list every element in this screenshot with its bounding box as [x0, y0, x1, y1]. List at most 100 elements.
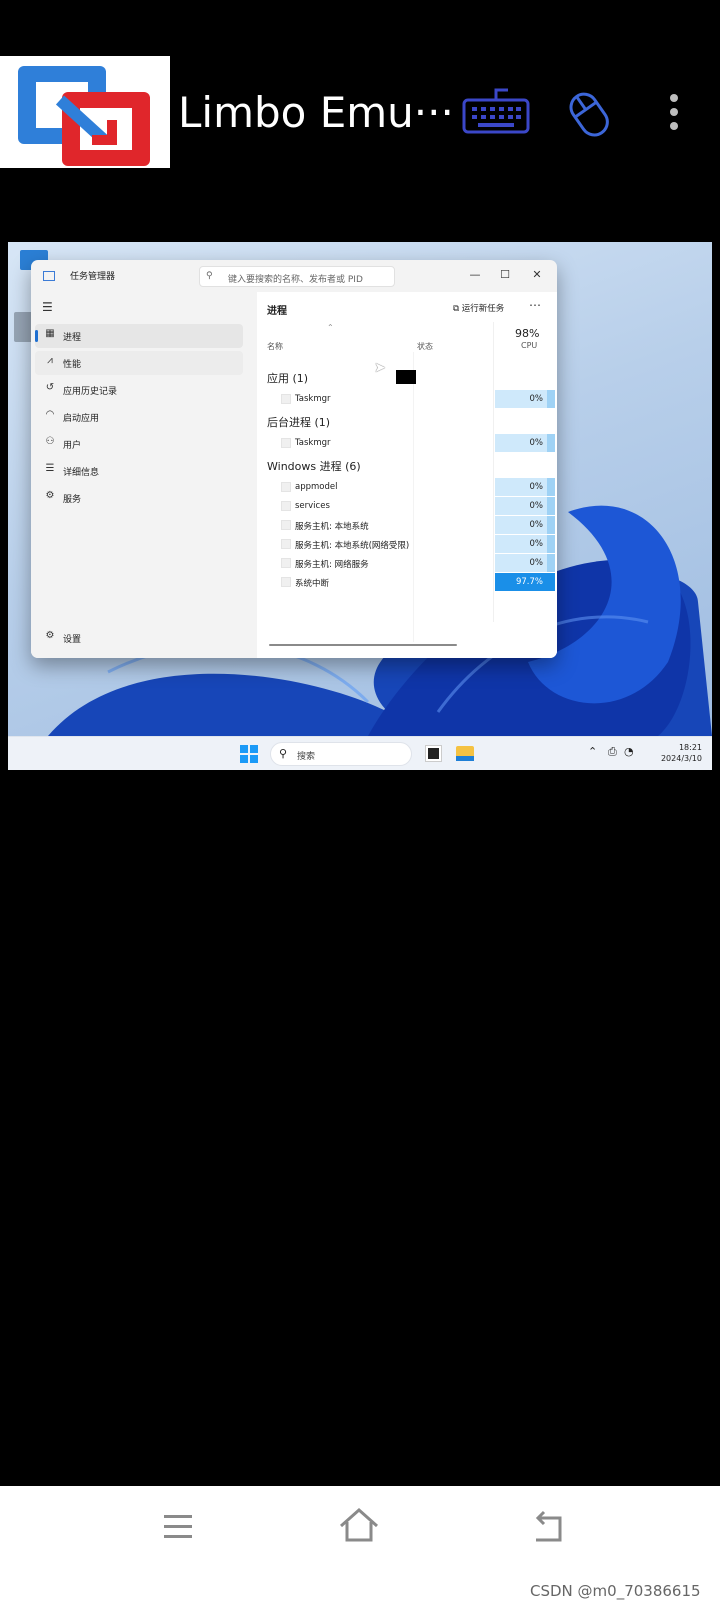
column-header-name[interactable]: 名称 [267, 341, 283, 352]
table-row[interactable]: Taskmgr 0% [257, 434, 557, 452]
more-options-icon[interactable]: ⋯ [529, 298, 541, 312]
cpu-value: 0% [529, 394, 544, 404]
cpu-cell: 0% [495, 434, 555, 452]
page-title: 进程 [267, 306, 287, 317]
sidebar-item-label: 设置 [63, 635, 82, 645]
hamburger-icon[interactable]: ☰ [42, 300, 53, 314]
process-name: 服务主机: 本地系统 [295, 522, 369, 532]
home-icon[interactable] [338, 1506, 380, 1546]
process-name: 服务主机: 网络服务 [295, 560, 369, 570]
sidebar-item-label: 用户 [63, 441, 82, 451]
volume-icon[interactable]: ◔ [624, 745, 634, 758]
process-icon [281, 577, 291, 587]
table-row[interactable]: Taskmgr 0% [257, 390, 557, 408]
recent-apps-icon[interactable] [162, 1512, 194, 1542]
group-header[interactable]: Windows 进程 (6) [267, 458, 361, 474]
performance-icon: ⩘ [47, 355, 53, 366]
process-icon [281, 501, 291, 511]
process-name: appmodel [295, 482, 338, 492]
cpu-value: 0% [529, 438, 544, 448]
group-header[interactable]: 应用 (1) [267, 370, 308, 386]
title-bar: 任务管理器 ⚲ 键入要搜索的名称、发布者或 PID — ☐ ✕ [31, 260, 557, 292]
table-row[interactable]: appmodel 0% [257, 478, 557, 496]
process-name: Taskmgr [295, 394, 331, 404]
cpu-value: 97.7% [515, 577, 543, 587]
run-task-icon: ⧉ [453, 304, 462, 314]
minimize-button[interactable]: — [463, 266, 487, 284]
process-icon [281, 520, 291, 530]
cpu-value: 0% [529, 482, 544, 492]
cpu-value: 0% [529, 539, 544, 549]
processes-panel: 进程 ⧉ 运行新任务 ⋯ ⌃ 名称 状态 98% CPU 应用 (1) Task… [257, 292, 557, 658]
app-bar: Limbo Emu··· [0, 56, 720, 168]
active-indicator [35, 330, 38, 342]
group-header[interactable]: 后台进程 (1) [267, 414, 330, 430]
sidebar-item-processes[interactable]: ▦ 进程 [35, 324, 243, 348]
cpu-cell: 0% [495, 478, 555, 496]
run-task-label: 运行新任务 [461, 304, 505, 314]
search-placeholder: 键入要搜索的名称、发布者或 PID [228, 275, 363, 285]
sidebar-item-users[interactable]: ⚇ 用户 [35, 432, 243, 456]
windows-start-icon[interactable] [240, 745, 258, 763]
table-row[interactable]: 服务主机: 本地系统 0% [257, 516, 557, 534]
column-header-status[interactable]: 状态 [417, 341, 433, 352]
sort-caret-icon: ⌃ [327, 323, 334, 332]
more-vert-icon[interactable] [660, 92, 688, 132]
sidebar-item-label: 性能 [63, 360, 82, 370]
sidebar-item-app-history[interactable]: ↺ 应用历史记录 [35, 378, 243, 402]
sidebar-item-label: 详细信息 [63, 468, 100, 478]
cpu-value: 0% [529, 501, 544, 511]
table-row[interactable]: services 0% [257, 497, 557, 515]
horizontal-scrollbar[interactable] [269, 644, 457, 646]
search-icon: ⚲ [206, 271, 213, 281]
cpu-cell: 0% [495, 516, 555, 534]
app-title: Limbo Emu··· [178, 88, 454, 137]
search-input[interactable]: ⚲ 键入要搜索的名称、发布者或 PID [199, 266, 395, 287]
processes-icon: ▦ [45, 328, 55, 339]
cpu-total[interactable]: 98% [515, 327, 539, 340]
process-icon [281, 482, 291, 492]
details-icon: ☰ [45, 463, 55, 474]
clock[interactable]: 18:21 2024/3/10 [658, 742, 702, 764]
cpu-cell: 0% [495, 535, 555, 553]
limbo-logo-icon [0, 56, 170, 168]
taskbar-search[interactable]: ⚲ 搜索 [270, 742, 412, 766]
cpu-cell: 0% [495, 554, 555, 572]
sidebar-item-services[interactable]: ⚙ 服务 [35, 486, 243, 510]
keyboard-icon[interactable] [460, 86, 532, 136]
network-icon[interactable]: ⎙ [608, 745, 617, 759]
history-icon: ↺ [45, 382, 55, 393]
taskbar: ⚲ 搜索 ⌃ ⎙ ◔ 18:21 2024/3/10 [8, 736, 712, 770]
back-icon[interactable] [530, 1510, 566, 1544]
sidebar-item-label: 进程 [63, 333, 82, 343]
sidebar-item-settings[interactable]: ⚙ 设置 [35, 626, 243, 650]
window-title: 任务管理器 [70, 272, 116, 282]
process-icon [281, 438, 291, 448]
column-header-cpu[interactable]: CPU [521, 341, 537, 350]
chevron-up-icon[interactable]: ⌃ [588, 745, 597, 758]
close-button[interactable]: ✕ [525, 266, 549, 284]
maximize-button[interactable]: ☐ [493, 266, 517, 284]
process-name: 系统中断 [295, 579, 330, 589]
watermark: CSDN @m0_70386615 [530, 1582, 701, 1600]
clock-date: 2024/3/10 [660, 754, 702, 763]
android-nav-bar: CSDN @m0_70386615 [0, 1486, 720, 1605]
table-row[interactable]: 系统中断 97.7% [257, 573, 557, 591]
process-icon [281, 539, 291, 549]
sidebar-item-startup[interactable]: ◠ 启动应用 [35, 405, 243, 429]
mouse-icon[interactable] [560, 82, 620, 142]
cpu-value: 0% [529, 558, 544, 568]
task-view-icon[interactable] [426, 746, 441, 761]
sidebar-item-details[interactable]: ☰ 详细信息 [35, 459, 243, 483]
cursor-artifact [396, 370, 416, 384]
table-row[interactable]: 服务主机: 本地系统(网络受限) 0% [257, 535, 557, 553]
emulator-screen[interactable]: 任务管理器 ⚲ 键入要搜索的名称、发布者或 PID — ☐ ✕ ☰ ▦ 进程 ⩘… [8, 242, 712, 770]
run-new-task-button[interactable]: ⧉ 运行新任务 [453, 302, 504, 314]
table-row[interactable]: 服务主机: 网络服务 0% [257, 554, 557, 572]
startup-icon: ◠ [45, 409, 55, 420]
cpu-value: 0% [529, 520, 544, 530]
process-name: 服务主机: 本地系统(网络受限) [295, 541, 410, 551]
process-icon [281, 394, 291, 404]
sidebar-item-performance[interactable]: ⩘ 性能 [35, 351, 243, 375]
file-explorer-icon[interactable] [456, 746, 474, 761]
